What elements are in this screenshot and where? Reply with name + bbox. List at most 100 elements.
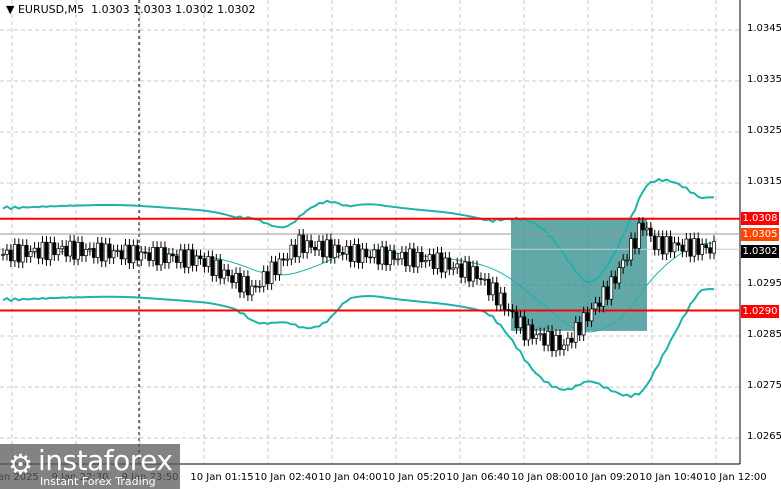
candle-body	[1, 254, 5, 256]
candle-body	[91, 248, 96, 258]
candle-body	[151, 247, 155, 261]
candle-body	[202, 258, 207, 267]
candle-body	[313, 246, 317, 251]
candle-body	[558, 335, 562, 350]
candle-body	[676, 242, 681, 246]
candle-body	[534, 334, 539, 339]
candle-body	[135, 245, 140, 261]
candle-body	[230, 275, 234, 283]
candle-body	[317, 240, 321, 251]
candle-body	[494, 282, 499, 306]
candle-body	[415, 251, 420, 268]
candle-body	[565, 337, 570, 346]
time-tick: 10 Jan 02:40	[254, 472, 318, 483]
logo-name: instaforex	[38, 444, 173, 477]
candle-body	[352, 244, 357, 262]
time-tick: 10 Jan 10:40	[639, 472, 703, 483]
candle-body	[253, 285, 258, 288]
candle-body	[186, 249, 191, 268]
price-tick: 1.0285	[747, 329, 781, 340]
candle-body	[573, 321, 578, 343]
candle-body	[380, 246, 385, 265]
candle-body	[171, 253, 175, 257]
candle-body	[664, 236, 669, 255]
candle-body	[80, 242, 84, 257]
candle-body	[510, 309, 515, 313]
candle-body	[712, 241, 716, 254]
candle-body	[388, 250, 392, 266]
candle-body	[396, 258, 400, 261]
candle-body	[257, 285, 262, 288]
candle-body	[605, 286, 610, 300]
ask-label: 1.0305	[741, 228, 779, 241]
candle-body	[360, 248, 365, 263]
candle-body	[143, 251, 148, 254]
price-tick: 1.0265	[747, 431, 781, 442]
price-tick: 1.0275	[747, 380, 781, 391]
candle-body	[218, 259, 223, 279]
candle-body	[522, 316, 527, 341]
candle-body	[455, 263, 460, 269]
candle-body	[692, 238, 697, 257]
candle-body	[668, 236, 673, 253]
candle-body	[577, 321, 582, 336]
candle-body	[514, 311, 519, 328]
candle-body	[542, 333, 547, 346]
candle-body	[182, 249, 187, 268]
candle-body	[648, 227, 653, 237]
candle-body	[155, 247, 159, 266]
candle-body	[261, 271, 266, 287]
candle-body	[621, 259, 626, 268]
candle-body	[656, 236, 661, 250]
candle-body	[423, 260, 428, 263]
candle-body	[321, 240, 325, 258]
candle-body	[569, 337, 574, 343]
price-tick: 1.0325	[747, 125, 781, 136]
bid-label: 1.0302	[741, 245, 779, 258]
chart-window[interactable]: ▼ EURUSD,M5 1.0303 1.0303 1.0302 1.0302 …	[0, 0, 781, 489]
candle-body	[435, 252, 440, 269]
candle-body	[704, 244, 708, 249]
candle-body	[107, 243, 112, 259]
candle-body	[439, 252, 444, 273]
candle-body	[174, 255, 179, 263]
candle-body	[530, 324, 535, 339]
candle-body	[585, 312, 590, 322]
symbol: EURUSD,M5	[17, 3, 85, 16]
candle-body	[447, 257, 452, 270]
candle-body	[550, 331, 554, 352]
candle-body	[20, 244, 25, 263]
candle-body	[589, 308, 594, 322]
candle-body	[226, 269, 230, 276]
candle-body	[281, 258, 286, 261]
candle-body	[336, 244, 341, 253]
candle-body	[48, 242, 53, 261]
candle-body	[644, 227, 649, 231]
price-chart[interactable]	[0, 0, 781, 489]
candle-body	[127, 244, 132, 264]
candle-body	[206, 256, 211, 267]
candle-body	[487, 278, 491, 296]
candle-body	[72, 240, 76, 260]
candle-body	[637, 222, 641, 249]
candle-body	[250, 285, 254, 296]
candle-body	[99, 242, 104, 262]
support-label: 1.0290	[741, 305, 779, 318]
candle-body	[103, 243, 108, 262]
candle-body	[265, 271, 270, 285]
candle-body	[44, 241, 49, 261]
candle-body	[246, 276, 250, 296]
candle-body	[613, 276, 618, 284]
candle-body	[376, 249, 381, 265]
candle-body	[502, 292, 507, 310]
candle-body	[680, 244, 685, 252]
candle-body	[593, 302, 598, 310]
candle-body	[633, 238, 637, 249]
candle-body	[708, 247, 712, 254]
candle-body	[700, 244, 705, 255]
candle-body	[672, 242, 677, 253]
candle-body	[139, 251, 144, 261]
candle-body	[427, 254, 432, 261]
candle-body	[483, 278, 487, 281]
candle-body	[88, 248, 92, 250]
